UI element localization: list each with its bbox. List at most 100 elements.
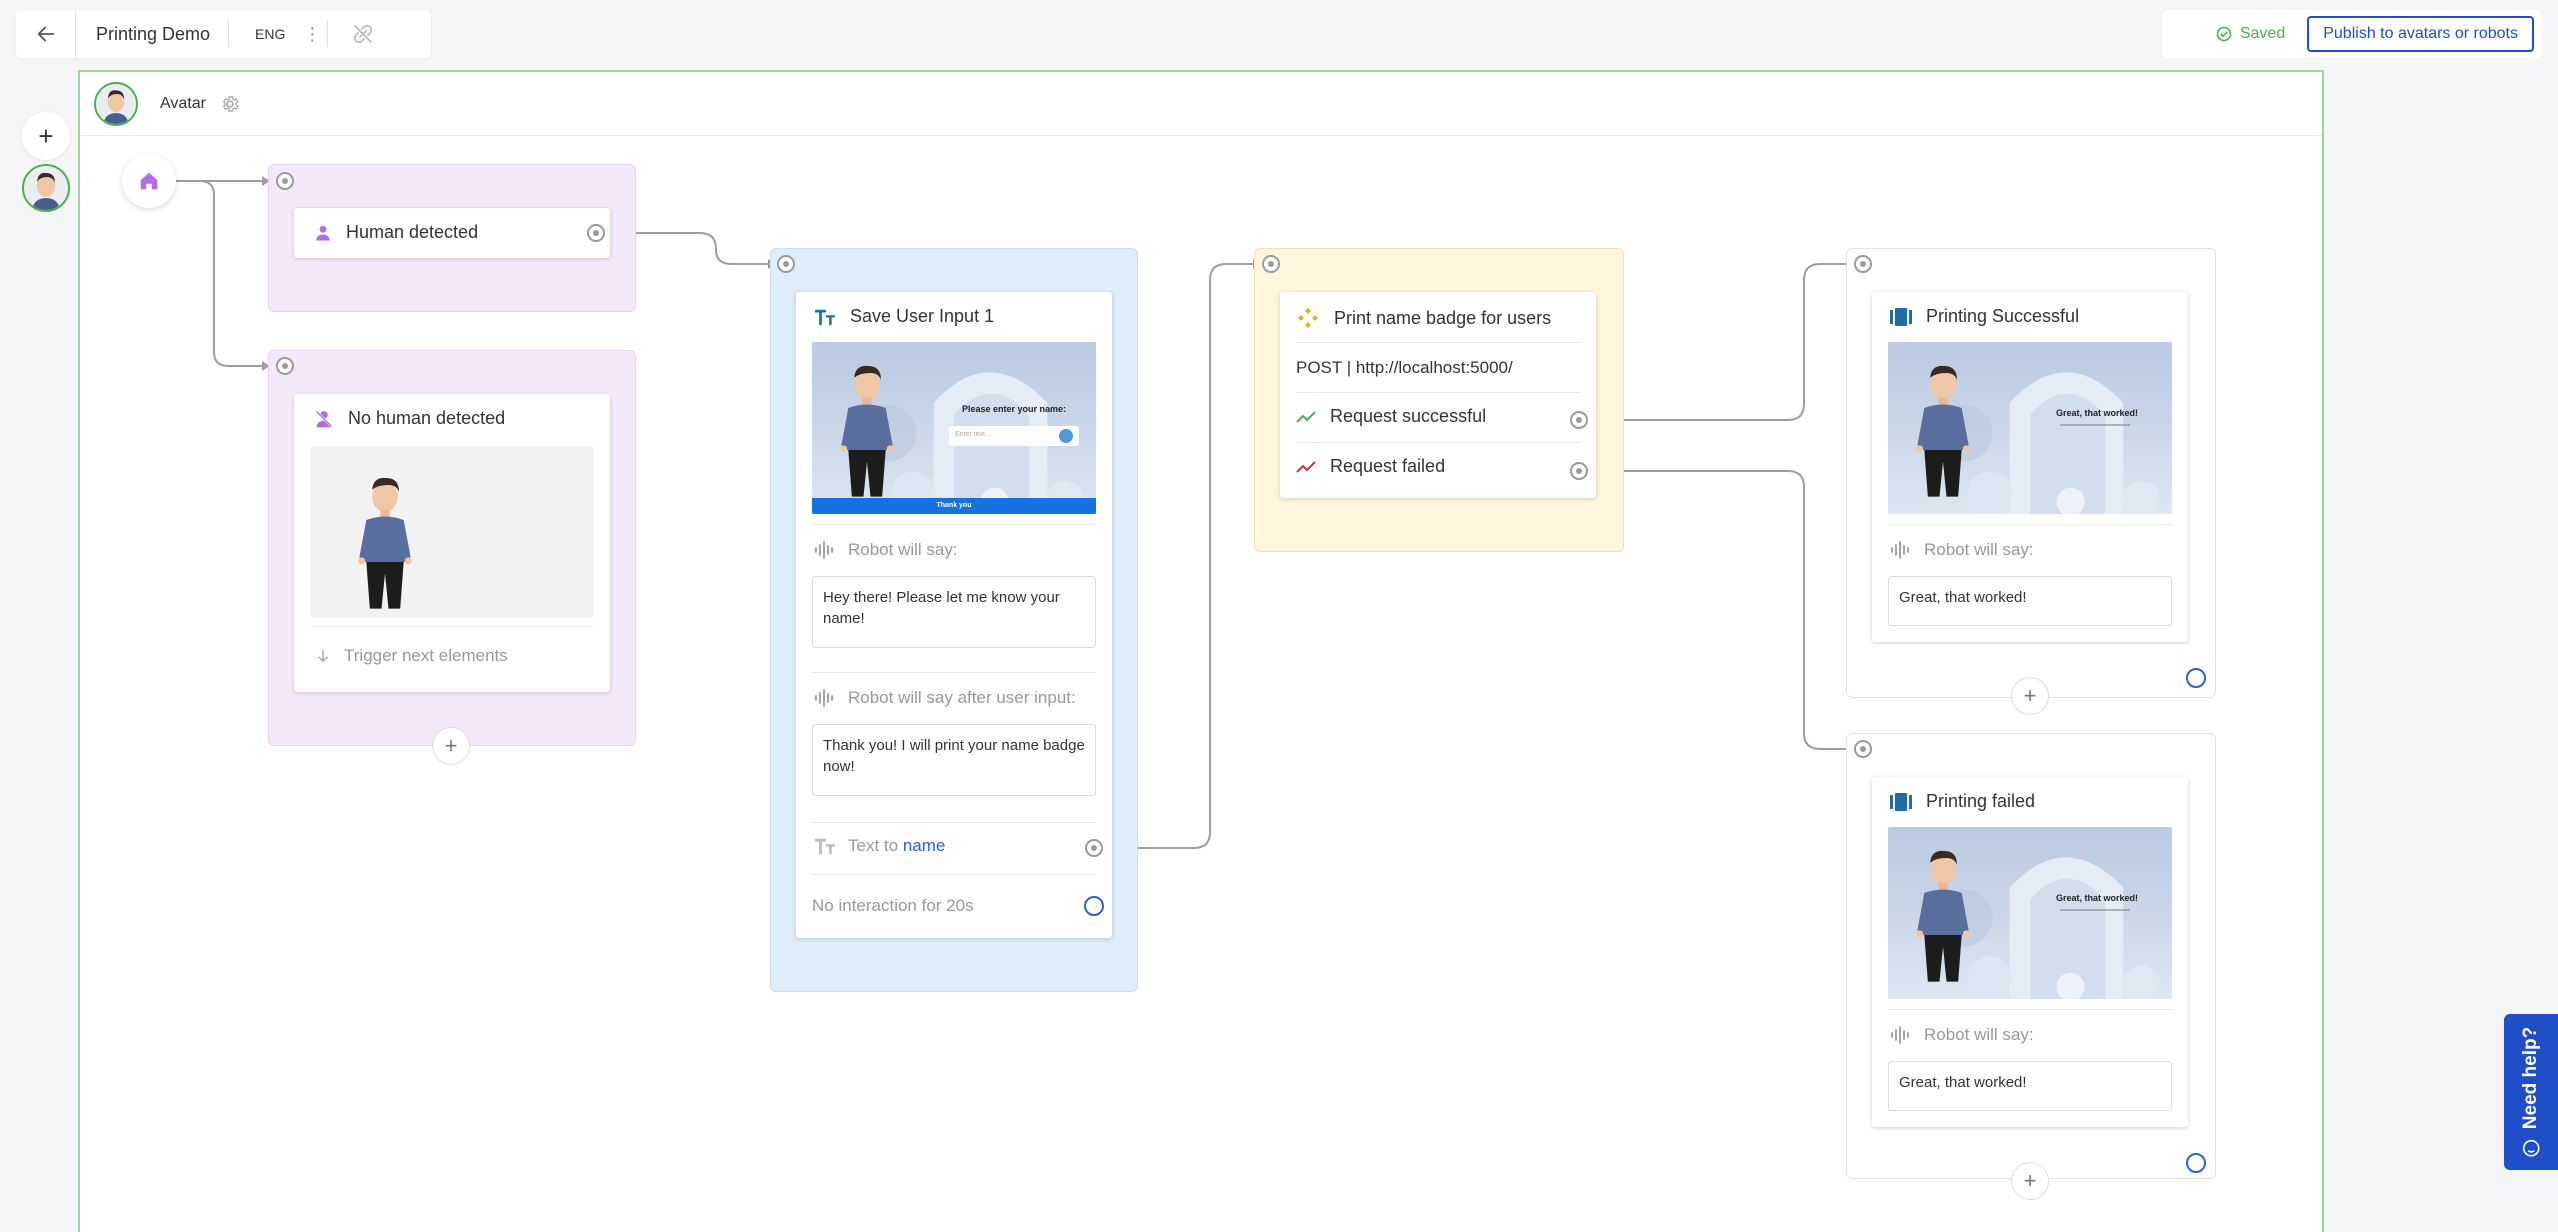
add-element-button[interactable]: +: [2011, 677, 2049, 715]
node-title: Human detected: [346, 222, 479, 242]
trend-down-icon: [1296, 460, 1316, 473]
trend-up-icon: [1296, 410, 1316, 423]
input-port[interactable]: [276, 172, 294, 190]
avatar-figure-icon: [1908, 354, 1978, 504]
request-url: POST | http://localhost:5000/: [1296, 358, 1513, 377]
robot-will-say-text[interactable]: Great, that worked!: [1888, 1061, 2172, 1111]
timeout-output-port[interactable]: [2186, 668, 2206, 688]
node-title: Print name badge for users: [1334, 307, 1552, 328]
screen-display-icon: [1890, 307, 1912, 326]
voice-wave-icon: [1891, 1026, 1909, 1044]
input-port[interactable]: [777, 255, 795, 273]
add-avatar-button[interactable]: +: [22, 112, 70, 160]
add-element-button[interactable]: +: [432, 727, 470, 765]
after-input-text[interactable]: Thank you! I will print your name badge …: [812, 724, 1096, 796]
timeout-output-port[interactable]: [2186, 1153, 2206, 1173]
robot-will-say-row: Robot will say:: [814, 540, 958, 560]
timeout-output-port[interactable]: [1084, 896, 1104, 916]
node-print-badge[interactable]: Print name badge for users POST | http:/…: [1280, 292, 1596, 498]
back-button[interactable]: [16, 10, 76, 58]
publish-bar: Saved Publish to avatars or robots: [2162, 10, 2542, 58]
voice-wave-icon: [815, 541, 833, 559]
avatar-icon: [24, 166, 68, 210]
screen-text: Great, that worked!: [2056, 408, 2139, 418]
failed-output-port[interactable]: [1570, 462, 1588, 480]
start-node[interactable]: [122, 154, 176, 208]
robot-will-say-label: Robot will say:: [848, 540, 958, 559]
text-type-icon: [815, 309, 835, 325]
output-port[interactable]: [587, 224, 605, 242]
voice-wave-icon: [1891, 541, 1909, 559]
add-element-button[interactable]: +: [2011, 1162, 2049, 1200]
node-title: Printing failed: [1926, 791, 2036, 811]
voice-wave-icon: [815, 689, 833, 707]
canvas-header: Avatar: [80, 72, 2322, 136]
screen-button-label: Thank you: [936, 502, 972, 509]
language-menu-button[interactable]: ⋮: [297, 10, 327, 58]
saved-label: Saved: [2239, 25, 2286, 42]
node-title: No human detected: [348, 408, 506, 428]
screen-input: Enter text...: [949, 426, 1079, 446]
avatar: [94, 81, 138, 126]
node-printing-successful[interactable]: Printing Successful Great, that worked! …: [1872, 292, 2188, 642]
unlink-icon: [354, 24, 373, 44]
node-human-detected[interactable]: Human detected: [294, 208, 610, 258]
person-off-icon: [315, 410, 333, 427]
text-to-label: Text to: [848, 836, 899, 855]
need-help-button[interactable]: Need help?: [2504, 1014, 2558, 1170]
request-failed-row: Request failed: [1296, 456, 1445, 477]
node-title: Save User Input 1: [850, 306, 995, 326]
screen-button: Thank you: [812, 498, 1096, 514]
output-port[interactable]: [1085, 839, 1103, 857]
avatar-selector[interactable]: [22, 164, 70, 212]
plus-icon: +: [2023, 1168, 2037, 1193]
need-help-label: Need help?: [2520, 1026, 2541, 1130]
input-port[interactable]: [1262, 255, 1280, 273]
project-title[interactable]: Printing Demo: [76, 24, 228, 45]
project-header: Printing Demo ENG ⋮: [16, 10, 431, 58]
node-no-human-detected[interactable]: No human detected Trigger next elements: [294, 394, 610, 692]
canvas-title: Avatar: [160, 94, 206, 112]
save-status: Saved: [2216, 25, 2307, 43]
screen-display-icon: [1890, 792, 1912, 811]
gear-icon[interactable]: [220, 94, 240, 114]
arrow-down-icon: [317, 650, 329, 663]
robot-will-say-row: Robot will say:: [1890, 1025, 2034, 1045]
plus-icon: +: [38, 120, 54, 151]
trigger-label: Trigger next elements: [344, 646, 508, 665]
robot-will-say-row: Robot will say:: [1890, 540, 2034, 560]
screen-preview: Great, that worked!: [1888, 827, 2172, 999]
avatar-icon: [96, 84, 136, 124]
avatar-figure-icon: [350, 466, 420, 616]
check-circle-icon: [2216, 26, 2232, 42]
node-title: Printing Successful: [1926, 306, 2080, 326]
avatar-figure-icon: [1908, 839, 1978, 989]
unlink-button[interactable]: [328, 10, 398, 58]
success-output-port[interactable]: [1570, 411, 1588, 429]
arrow-left-icon: [37, 26, 54, 42]
robot-will-say-label: Robot will say:: [1924, 1025, 2034, 1044]
no-interaction-label: No interaction for 20s: [812, 896, 974, 915]
person-icon: [316, 225, 330, 240]
trigger-next-row[interactable]: Trigger next elements: [314, 646, 508, 666]
robot-will-say-label: Robot will say:: [1924, 540, 2034, 559]
robot-will-say-text[interactable]: Hey there! Please let me know your name!: [812, 576, 1096, 648]
variable-name-link[interactable]: name: [903, 836, 946, 855]
node-printing-failed[interactable]: Printing failed Great, that worked! Robo…: [1872, 777, 2188, 1127]
input-port[interactable]: [276, 357, 294, 375]
avatar-preview: [310, 446, 594, 618]
node-save-user-input[interactable]: Save User Input 1 Please enter your name…: [796, 292, 1112, 938]
input-port[interactable]: [1854, 740, 1872, 758]
language-selector[interactable]: ENG: [229, 26, 297, 42]
publish-button[interactable]: Publish to avatars or robots: [2307, 16, 2534, 52]
input-port[interactable]: [1854, 255, 1872, 273]
robot-will-say-text[interactable]: Great, that worked!: [1888, 576, 2172, 626]
after-input-row: Robot will say after user input:: [814, 688, 1076, 708]
screen-text: Great, that worked!: [2056, 893, 2139, 903]
after-input-label: Robot will say after user input:: [848, 688, 1076, 707]
text-to-row[interactable]: Text to name: [814, 836, 945, 856]
help-circle-icon: [2522, 1139, 2540, 1157]
request-success-row: Request successful: [1296, 406, 1486, 427]
plus-icon: +: [444, 733, 458, 758]
screen-preview: Please enter your name: Enter text... Th…: [812, 342, 1096, 514]
